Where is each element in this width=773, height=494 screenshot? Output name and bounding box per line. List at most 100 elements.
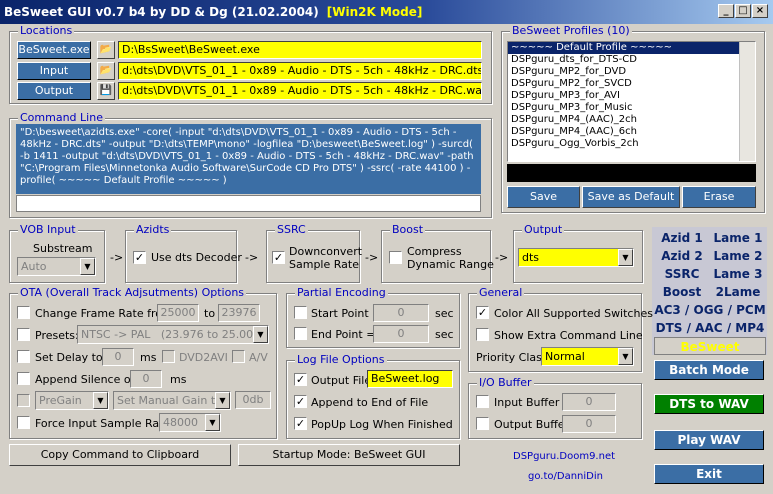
extra-cmd-checkbox[interactable] (476, 328, 489, 341)
start-point-checkbox[interactable] (294, 306, 307, 319)
append-log-checkbox[interactable]: ✓ (294, 395, 307, 408)
output-button[interactable]: Output (17, 82, 91, 100)
presets-checkbox[interactable] (17, 328, 30, 341)
save-default-button[interactable]: Save as Default (582, 186, 680, 208)
profile-name-field[interactable] (507, 164, 756, 182)
azid1-button[interactable]: Azid 1 (654, 229, 710, 247)
besweet-mode-button[interactable]: BeSweet (654, 337, 766, 355)
compress-label: Compress (407, 245, 462, 258)
popup-log-label: PopUp Log When Finished (311, 418, 453, 431)
extra-command-field[interactable] (16, 195, 481, 212)
append-silence-label: Append Silence of (35, 373, 135, 386)
ssrc-label: SSRC (275, 223, 308, 236)
pregain-select[interactable]: PreGain ▼ (35, 391, 109, 410)
play-wav-button[interactable]: Play WAV (654, 430, 764, 450)
list-item[interactable]: DSPguru_MP2_for_DVD (508, 66, 755, 78)
end-point-checkbox[interactable] (294, 327, 307, 340)
list-item[interactable]: DSPguru_MP2_for_SVCD (508, 78, 755, 90)
popup-log-checkbox[interactable]: ✓ (294, 417, 307, 430)
end-point-field[interactable]: 0 (373, 325, 429, 343)
downconvert-checkbox[interactable]: ✓ (272, 251, 285, 264)
input-button[interactable]: Input (17, 62, 91, 80)
save-profile-button[interactable]: Save (507, 186, 580, 208)
silence-field[interactable]: 0 (130, 370, 162, 388)
besweet-path-field[interactable]: D:\BsSweet\BeSweet.exe (118, 41, 482, 59)
set-delay-checkbox[interactable] (17, 350, 30, 363)
extra-cmd-label: Show Extra Command Line (494, 329, 643, 342)
flow-arrow: -> (495, 251, 509, 264)
frame-rate-to-field[interactable]: 23976 (218, 304, 260, 322)
azidts-label: Azidts (134, 223, 172, 236)
batch-mode-button[interactable]: Batch Mode (654, 360, 764, 380)
minimize-button[interactable]: _ (718, 4, 734, 18)
log-file-name-field[interactable]: BeSweet.log (367, 370, 453, 388)
list-item[interactable]: DSPguru_MP3_for_Music (508, 102, 755, 114)
list-item[interactable]: DSPguru_MP4_(AAC)_6ch (508, 126, 755, 138)
vob-input-label: VOB Input (18, 223, 78, 236)
substream-select: Auto ▼ (17, 257, 96, 276)
list-item[interactable]: ~~~~~ Default Profile ~~~~~ (508, 42, 755, 54)
change-frame-rate-label: Change Frame Rate from (35, 307, 173, 320)
start-point-field[interactable]: 0 (373, 304, 429, 322)
azid2-button[interactable]: Azid 2 (654, 247, 710, 265)
frame-rate-from-field[interactable]: 25000 (157, 304, 199, 322)
gain-field[interactable]: 0db (235, 391, 271, 409)
profiles-scrollbar[interactable] (739, 42, 755, 161)
append-silence-checkbox[interactable] (17, 372, 30, 385)
exit-button[interactable]: Exit (654, 464, 764, 484)
output-path-field[interactable]: d:\dts\DVD\VTS_01_1 - 0x89 - Audio - DTS… (118, 82, 482, 100)
input-buffer-checkbox[interactable] (476, 395, 489, 408)
erase-profile-button[interactable]: Erase (682, 186, 756, 208)
startup-mode-button[interactable]: Startup Mode: BeSweet GUI (238, 444, 460, 466)
dspguru-link[interactable]: DSPguru.Doom9.net (513, 451, 615, 462)
output-file-checkbox[interactable]: ✓ (294, 373, 307, 386)
2lame-button[interactable]: 2Lame (710, 283, 766, 301)
dts-aac-mp4-button[interactable]: DTS / AAC / MP4 (654, 319, 766, 337)
av-checkbox[interactable] (232, 350, 245, 363)
compress-checkbox[interactable] (389, 251, 402, 264)
output-buffer-checkbox[interactable] (476, 417, 489, 430)
open-folder-icon[interactable]: 📂 (97, 41, 115, 59)
dannidin-link[interactable]: go.to/DanniDin (528, 471, 603, 482)
force-sample-rate-checkbox[interactable] (17, 416, 30, 429)
dvd2avi-checkbox[interactable] (162, 350, 175, 363)
list-item[interactable]: DSPguru_MP3_for_AVI (508, 90, 755, 102)
input-path-field[interactable]: d:\dts\DVD\VTS_01_1 - 0x89 - Audio - DTS… (118, 62, 482, 80)
input-buffer-field[interactable]: 0 (562, 393, 616, 411)
manual-gain-select[interactable]: Set Manual Gain to ▼ (113, 391, 231, 410)
profiles-label: BeSweet Profiles (10) (510, 24, 632, 37)
use-dts-checkbox[interactable]: ✓ (133, 251, 146, 264)
copy-command-button[interactable]: Copy Command to Clipboard (9, 444, 231, 466)
close-button[interactable]: × (752, 4, 768, 18)
boost-label: Boost (390, 223, 426, 236)
presets-select[interactable]: NTSC -> PAL (23.976 to 25.000) ▼ (77, 325, 269, 344)
change-frame-rate-checkbox[interactable] (17, 306, 30, 319)
open-folder-icon[interactable]: 📂 (97, 62, 115, 80)
lame3-button[interactable]: Lame 3 (710, 265, 766, 283)
force-sample-rate-select[interactable]: 48000 ▼ (159, 413, 221, 432)
ac3-ogg-pcm-button[interactable]: AC3 / OGG / PCM (654, 301, 766, 319)
priority-select[interactable]: Normal ▼ (541, 347, 634, 366)
title-bar: BeSweet GUI v0.7 b4 by DD & Dg (21.02.20… (0, 0, 773, 24)
dts-to-wav-button[interactable]: DTS to WAV (654, 394, 764, 414)
command-line-text[interactable]: "D:\besweet\azidts.exe" -core( -input "d… (16, 124, 481, 194)
delay-field[interactable]: 0 (102, 348, 134, 366)
maximize-button[interactable]: □ (735, 4, 751, 18)
lame1-button[interactable]: Lame 1 (710, 229, 766, 247)
sec-label: sec (435, 328, 454, 341)
profiles-list[interactable]: ~~~~~ Default Profile ~~~~~ DSPguru_dts_… (507, 41, 756, 162)
list-item[interactable]: DSPguru_Ogg_Vorbis_2ch (508, 138, 755, 150)
list-item[interactable]: DSPguru_MP4_(AAC)_2ch (508, 114, 755, 126)
list-item[interactable]: DSPguru_dts_for_DTS-CD (508, 54, 755, 66)
output-buffer-field[interactable]: 0 (562, 415, 616, 433)
boost-panel-button[interactable]: Boost (654, 283, 710, 301)
color-switches-checkbox[interactable]: ✓ (476, 306, 489, 319)
output-format-select[interactable]: dts ▼ (518, 248, 634, 267)
lame2-button[interactable]: Lame 2 (710, 247, 766, 265)
save-disk-icon[interactable]: 💾 (97, 82, 115, 100)
window-mode: [Win2K Mode] (326, 5, 423, 19)
gain-checkbox[interactable] (17, 394, 30, 407)
dynamic-range-label: Dynamic Range (407, 258, 494, 271)
besweet-exe-button[interactable]: BeSweet.exe (17, 41, 91, 59)
ssrc-panel-button[interactable]: SSRC (654, 265, 710, 283)
